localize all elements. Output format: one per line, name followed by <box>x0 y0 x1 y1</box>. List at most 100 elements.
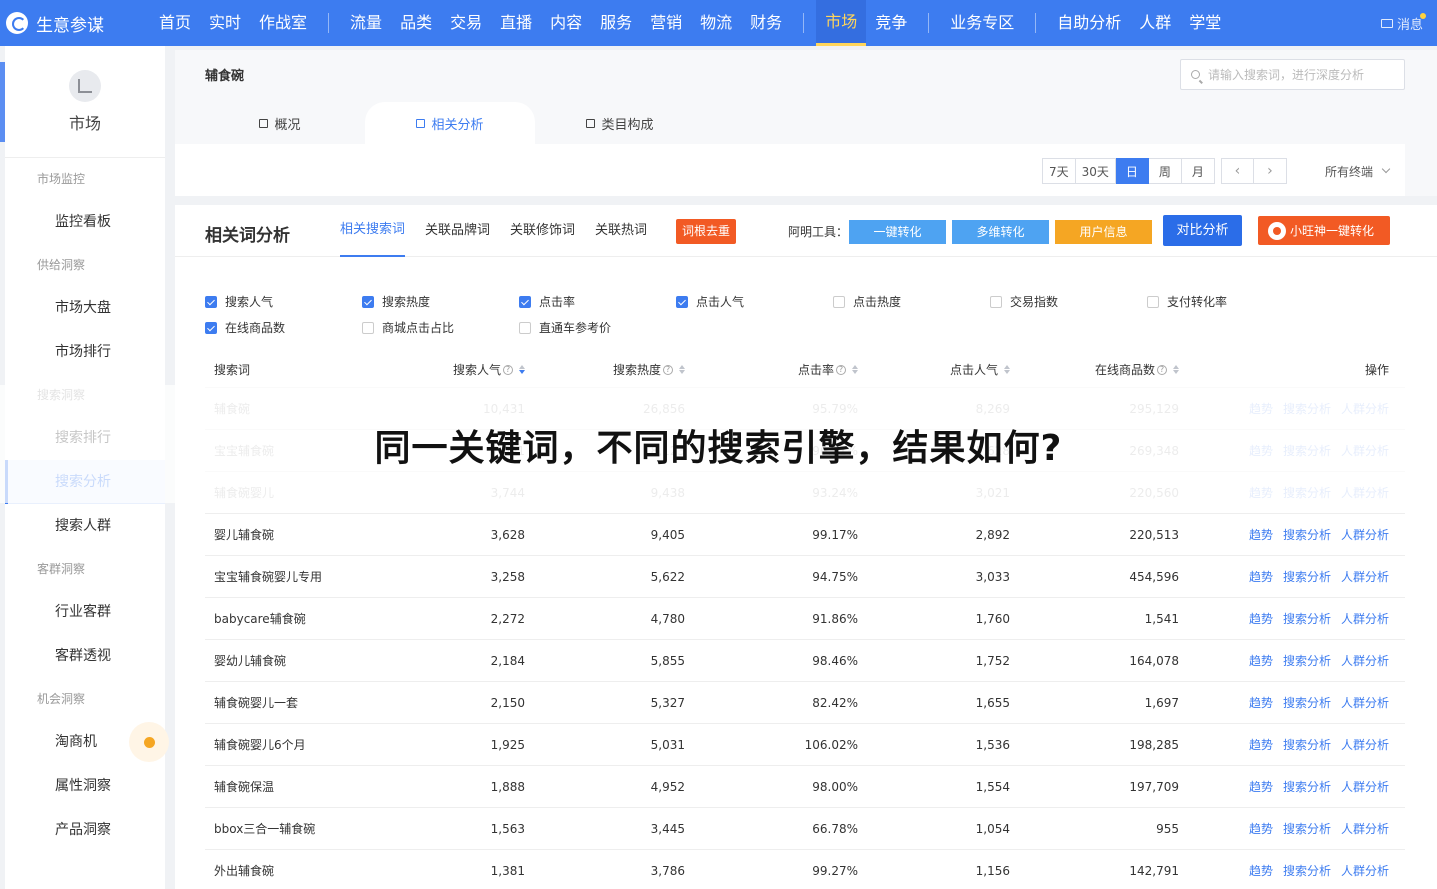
nav-item[interactable]: 内容 <box>541 0 591 46</box>
sidebar-item[interactable]: 淘商机 <box>5 720 169 764</box>
action-link[interactable]: 趋势 <box>1249 820 1273 837</box>
nav-item[interactable]: 物流 <box>691 0 741 46</box>
action-link[interactable]: 人群分析 <box>1341 736 1389 753</box>
compare-button[interactable]: 对比分析 <box>1163 215 1242 246</box>
header-cell[interactable]: 点击率? <box>685 361 858 378</box>
sidebar-item[interactable]: 监控看板 <box>5 200 165 244</box>
action-link[interactable]: 趋势 <box>1249 526 1273 543</box>
action-link[interactable]: 人群分析 <box>1341 610 1389 627</box>
action-link[interactable]: 趋势 <box>1249 694 1273 711</box>
sidebar-item[interactable]: 行业客群 <box>5 590 165 634</box>
action-link[interactable]: 人群分析 <box>1341 526 1389 543</box>
action-link[interactable]: 搜索分析 <box>1283 778 1331 795</box>
sidebar-item[interactable]: 客群透视 <box>5 634 165 678</box>
action-link[interactable]: 人群分析 <box>1341 694 1389 711</box>
metric-checkbox[interactable]: 商城点击占比 <box>362 319 454 336</box>
nav-item[interactable]: 服务 <box>591 0 641 46</box>
metric-checkbox[interactable]: 搜索人气 <box>205 293 273 310</box>
subtab[interactable]: 相关搜索词 <box>340 205 406 257</box>
nav-item[interactable]: 业务专区 <box>941 0 1023 46</box>
header-sort-group[interactable]: 点击人气 <box>950 361 1010 378</box>
sidebar-item[interactable]: 市场大盘 <box>5 286 165 330</box>
action-link[interactable]: 人群分析 <box>1341 568 1389 585</box>
sidebar-item[interactable]: 市场排行 <box>5 330 165 374</box>
header-cell[interactable]: 点击人气 <box>858 361 1010 378</box>
tab-2[interactable]: 类目构成 <box>535 102 705 144</box>
action-link[interactable]: 搜索分析 <box>1283 652 1331 669</box>
action-link[interactable]: 人群分析 <box>1341 778 1389 795</box>
help-icon[interactable]: ? <box>663 364 673 375</box>
tool-button[interactable]: 用户信息 <box>1055 220 1152 244</box>
action-link[interactable]: 趋势 <box>1249 652 1273 669</box>
date-range-button[interactable]: 周 <box>1148 158 1182 184</box>
nav-item[interactable]: 市场 <box>816 0 867 46</box>
header-sort-group[interactable]: 点击率? <box>798 361 858 378</box>
metric-checkbox[interactable]: 交易指数 <box>990 293 1058 310</box>
header-cell[interactable]: 搜索人气? <box>395 361 525 378</box>
subtab[interactable]: 关联品牌词 <box>425 205 490 257</box>
nav-item[interactable]: 财务 <box>741 0 791 46</box>
action-link[interactable]: 趋势 <box>1249 862 1273 879</box>
nav-item[interactable]: 品类 <box>391 0 441 46</box>
tool-button[interactable]: 一键转化 <box>849 220 946 244</box>
action-link[interactable]: 趋势 <box>1249 736 1273 753</box>
nav-item[interactable]: 竞争 <box>866 0 916 46</box>
nav-item[interactable]: 首页 <box>150 0 200 46</box>
keyword-search-input[interactable]: 请输入搜索词，进行深度分析 <box>1180 59 1405 90</box>
action-link[interactable]: 搜索分析 <box>1283 862 1331 879</box>
action-link[interactable]: 趋势 <box>1249 568 1273 585</box>
metric-checkbox[interactable]: 搜索热度 <box>362 293 430 310</box>
sidebar-item[interactable]: 产品洞察 <box>5 808 165 852</box>
nav-item[interactable]: 流量 <box>341 0 391 46</box>
metric-checkbox[interactable]: 直通车参考价 <box>519 319 611 336</box>
metric-checkbox[interactable]: 在线商品数 <box>205 319 285 336</box>
dedupe-root-button[interactable]: 词根去重 <box>676 219 737 244</box>
terminal-select[interactable]: 所有终端 <box>1325 158 1391 184</box>
tool-button[interactable]: 多维转化 <box>952 220 1049 244</box>
nav-item[interactable]: 自助分析 <box>1048 0 1130 46</box>
tab-1[interactable]: 相关分析 <box>365 102 535 144</box>
metric-checkbox[interactable]: 点击热度 <box>833 293 901 310</box>
nav-item[interactable]: 人群 <box>1130 0 1180 46</box>
assistant-bubble-icon[interactable] <box>129 722 169 762</box>
messages-link[interactable]: 消息 <box>1380 0 1426 46</box>
action-link[interactable]: 人群分析 <box>1341 862 1389 879</box>
header-cell[interactable]: 在线商品数? <box>1010 361 1179 378</box>
sidebar-item[interactable]: 属性洞察 <box>5 764 165 808</box>
action-link[interactable]: 搜索分析 <box>1283 526 1331 543</box>
header-cell[interactable]: 搜索热度? <box>525 361 685 378</box>
action-link[interactable]: 人群分析 <box>1341 820 1389 837</box>
date-range-button[interactable]: 日 <box>1115 158 1149 184</box>
help-icon[interactable]: ? <box>836 364 846 375</box>
prev-date-button[interactable]: ‹ <box>1220 158 1254 184</box>
header-sort-group[interactable]: 搜索人气? <box>453 361 525 378</box>
nav-item[interactable]: 学堂 <box>1180 0 1230 46</box>
action-link[interactable]: 搜索分析 <box>1283 694 1331 711</box>
wang-convert-button[interactable]: 小旺神一键转化 <box>1258 216 1390 245</box>
help-icon[interactable]: ? <box>503 364 513 375</box>
sidebar-item[interactable]: 搜索人群 <box>5 504 165 548</box>
subtab[interactable]: 关联修饰词 <box>510 205 575 257</box>
nav-item[interactable]: 实时 <box>200 0 250 46</box>
help-icon[interactable]: ? <box>1157 364 1167 375</box>
action-link[interactable]: 搜索分析 <box>1283 820 1331 837</box>
nav-item[interactable]: 交易 <box>441 0 491 46</box>
metric-checkbox[interactable]: 支付转化率 <box>1147 293 1227 310</box>
date-range-button[interactable]: 7天 <box>1042 158 1076 184</box>
metric-checkbox[interactable]: 点击人气 <box>676 293 744 310</box>
action-link[interactable]: 搜索分析 <box>1283 568 1331 585</box>
header-sort-group[interactable]: 搜索热度? <box>613 361 685 378</box>
subtab[interactable]: 关联热词 <box>595 205 647 257</box>
brand-logo[interactable]: 生意参谋 <box>0 11 150 36</box>
action-link[interactable]: 人群分析 <box>1341 652 1389 669</box>
tab-0[interactable]: 概况 <box>195 102 365 144</box>
nav-item[interactable]: 直播 <box>491 0 541 46</box>
metric-checkbox[interactable]: 点击率 <box>519 293 575 310</box>
nav-item[interactable]: 营销 <box>641 0 691 46</box>
action-link[interactable]: 搜索分析 <box>1283 610 1331 627</box>
nav-item[interactable]: 作战室 <box>250 0 316 46</box>
header-sort-group[interactable]: 在线商品数? <box>1095 361 1179 378</box>
action-link[interactable]: 趋势 <box>1249 778 1273 795</box>
action-link[interactable]: 搜索分析 <box>1283 736 1331 753</box>
action-link[interactable]: 趋势 <box>1249 610 1273 627</box>
